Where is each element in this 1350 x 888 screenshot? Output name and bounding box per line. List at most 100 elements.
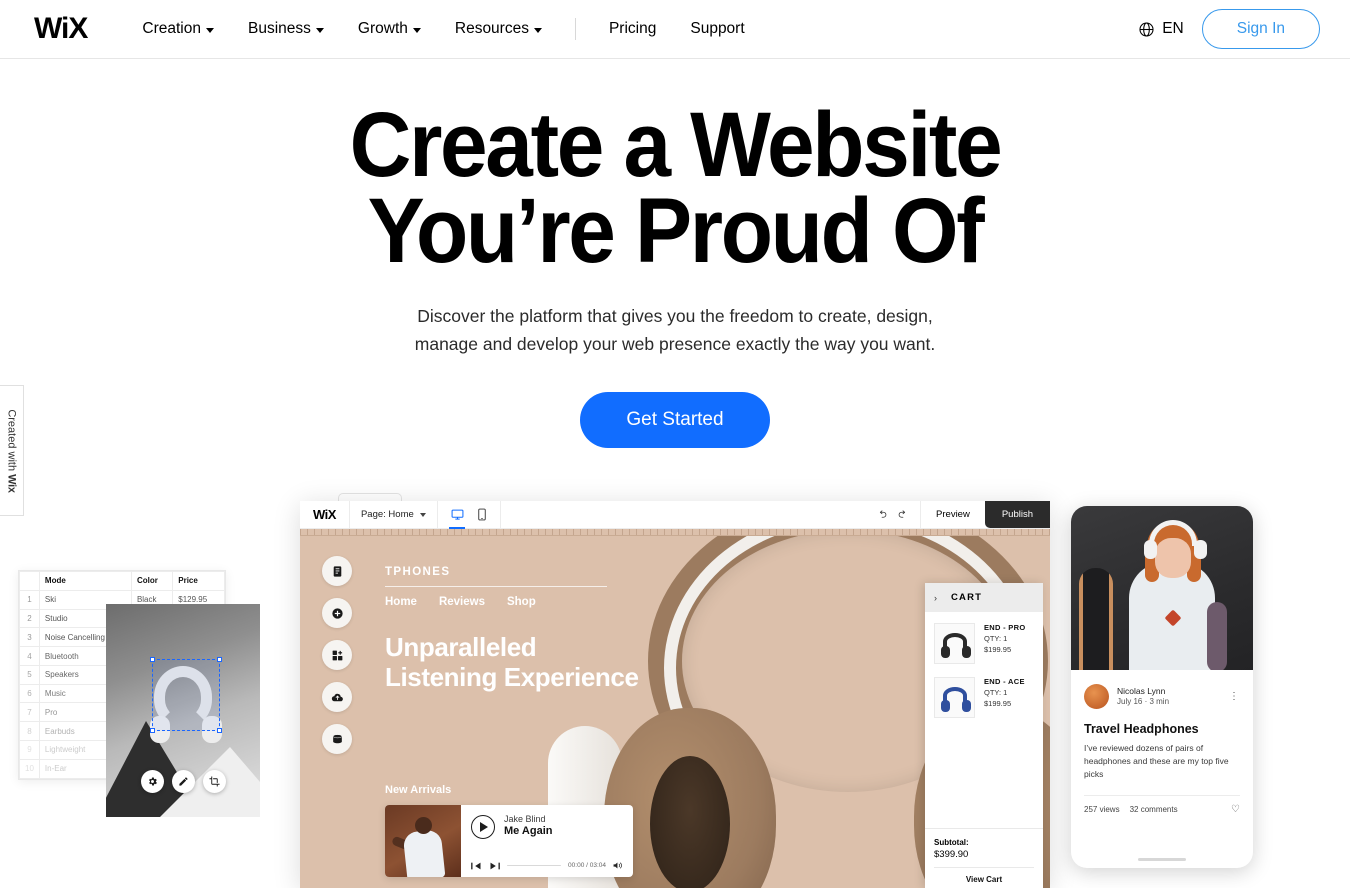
add-icon[interactable] — [322, 598, 352, 628]
nav-item-label: Resources — [454, 20, 529, 37]
table-header-color: Color — [130, 571, 174, 591]
play-icon[interactable] — [471, 814, 495, 839]
cart-items-list: END - PRO QTY: 1 $199.95 END - ACE QTY: … — [925, 612, 1043, 828]
publish-button[interactable]: Publish — [984, 501, 1050, 528]
resize-handle-bottom-right[interactable] — [217, 728, 222, 733]
site-nav-item-home[interactable]: Home — [385, 596, 417, 608]
cart-item[interactable]: END - PRO QTY: 1 $199.95 — [934, 623, 1034, 664]
editor-wix-logo[interactable]: WiX — [300, 501, 350, 528]
language-label: EN — [1162, 20, 1184, 37]
table-cell-index: 4 — [19, 646, 40, 666]
view-cart-button[interactable]: View Cart — [934, 867, 1034, 884]
nav-item-business[interactable]: Business — [231, 20, 341, 38]
image-selection-box[interactable] — [150, 657, 222, 733]
upload-icon[interactable] — [322, 682, 352, 712]
device-switcher — [438, 501, 501, 529]
sign-in-button[interactable]: Sign In — [1201, 9, 1320, 49]
resize-handle-top-left[interactable] — [150, 657, 155, 662]
top-navigation-bar: WiX Creation Business Growth Resources P… — [0, 0, 1350, 59]
table-header-mode: Mode — [38, 571, 132, 591]
editor-canvas[interactable]: TPHONES Home Reviews Shop Unparalleled L… — [300, 536, 1050, 888]
mobile-phone-mockup: Nicolas Lynn July 16 · 3 min ⋮ Travel He… — [1071, 506, 1253, 868]
database-icon[interactable] — [322, 724, 352, 754]
hero-section: Create a Website You’re Proud Of Discove… — [0, 59, 1350, 448]
chevron-down-icon — [315, 27, 324, 33]
site-nav-item-reviews[interactable]: Reviews — [439, 596, 485, 608]
desktop-icon[interactable] — [451, 508, 464, 521]
player-time: 00:00 / 03:04 — [568, 862, 606, 869]
pages-icon[interactable] — [322, 556, 352, 586]
created-with-wix-badge[interactable]: Created with Wix — [0, 385, 24, 516]
blog-post-card: Nicolas Lynn July 16 · 3 min ⋮ Travel He… — [1071, 670, 1253, 815]
nav-item-creation[interactable]: Creation — [125, 20, 231, 38]
language-selector[interactable]: EN — [1138, 20, 1184, 38]
post-author-info: Nicolas Lynn July 16 · 3 min — [1117, 686, 1169, 707]
preview-button[interactable]: Preview — [920, 501, 985, 528]
active-device-indicator — [448, 527, 465, 529]
cart-item-details: END - PRO QTY: 1 $199.95 — [984, 623, 1025, 664]
site-nav-item-shop[interactable]: Shop — [507, 596, 536, 608]
post-meta: July 16 · 3 min — [1117, 696, 1170, 706]
post-title: Travel Headphones — [1084, 722, 1199, 736]
nav-right-group: EN Sign In — [1138, 9, 1320, 49]
post-views: 257 views — [1084, 804, 1120, 814]
next-track-icon[interactable] — [489, 862, 500, 870]
wix-logo[interactable]: WiX — [34, 14, 88, 44]
table-cell-index: 9 — [19, 740, 40, 760]
get-started-button[interactable]: Get Started — [580, 391, 770, 448]
redo-icon[interactable] — [897, 509, 908, 520]
table-cell-index: 10 — [19, 758, 40, 779]
table-header-row: Mode Color Price — [19, 571, 225, 591]
player-main-row: Jake Blind Me Again — [471, 814, 623, 839]
cart-item[interactable]: END - ACE QTY: 1 $199.95 — [934, 677, 1034, 718]
volume-icon[interactable] — [613, 861, 623, 870]
hero-subtitle-line-1: Discover the platform that gives you the… — [417, 306, 933, 327]
thumb-earcup-right — [962, 700, 971, 712]
resize-handle-top-right[interactable] — [217, 657, 222, 662]
cart-item-qty: QTY: 1 — [984, 634, 1008, 643]
nav-item-resources[interactable]: Resources — [438, 20, 559, 38]
nav-divider — [574, 18, 576, 40]
player-progress-bar[interactable] — [507, 864, 562, 867]
chevron-right-icon[interactable]: › — [934, 593, 937, 603]
heart-icon[interactable]: ♡ — [1231, 804, 1240, 815]
play-triangle — [480, 821, 488, 832]
nav-item-label: Business — [248, 20, 311, 37]
page-selector-dropdown[interactable]: Page: Home — [350, 501, 438, 528]
home-indicator — [1138, 858, 1186, 861]
cart-subtotal-value: $399.90 — [934, 849, 969, 860]
table-cell-index: 2 — [19, 608, 40, 629]
more-vertical-icon[interactable]: ⋮ — [1229, 691, 1240, 702]
thumb-earcup-right — [962, 646, 971, 658]
undo-icon[interactable] — [877, 509, 888, 520]
site-brand-name: TPHONES — [385, 566, 451, 578]
music-player-widget[interactable]: Jake Blind Me Again 00:00 / 03:04 — [385, 805, 633, 877]
nav-item-growth[interactable]: Growth — [341, 20, 438, 38]
chevron-down-icon — [412, 27, 421, 33]
mobile-icon[interactable] — [477, 508, 487, 521]
earcup-hole — [650, 756, 730, 888]
settings-gear-icon[interactable] — [141, 770, 164, 793]
site-headline-line-2: Listening Experience — [385, 662, 639, 693]
edit-pencil-icon[interactable] — [172, 770, 195, 793]
nav-item-label: Growth — [357, 20, 408, 37]
chevron-down-icon — [419, 512, 426, 517]
globe-icon — [1139, 21, 1154, 37]
apps-icon[interactable] — [322, 640, 352, 670]
wix-editor-mockup: WiX Page: Home Preview Publish TPHONES H… — [300, 501, 1050, 888]
site-navigation: Home Reviews Shop — [385, 596, 945, 608]
cart-title: CART — [951, 592, 983, 603]
cart-item-qty: QTY: 1 — [984, 688, 1008, 697]
cart-item-name: END - ACE — [984, 677, 1025, 686]
prev-track-icon[interactable] — [471, 862, 482, 870]
nav-item-label: Creation — [142, 20, 201, 37]
chevron-down-icon — [533, 27, 542, 33]
hero-title-line-2: You’re Proud Of — [367, 179, 985, 282]
crop-icon[interactable] — [203, 770, 226, 793]
cart-item-name: END - PRO — [984, 623, 1026, 632]
nav-item-support[interactable]: Support — [673, 20, 761, 38]
resize-handle-bottom-left[interactable] — [150, 728, 155, 733]
headphones-earcup-left — [1144, 540, 1157, 559]
cover-torso — [402, 829, 446, 877]
nav-item-pricing[interactable]: Pricing — [592, 20, 673, 38]
